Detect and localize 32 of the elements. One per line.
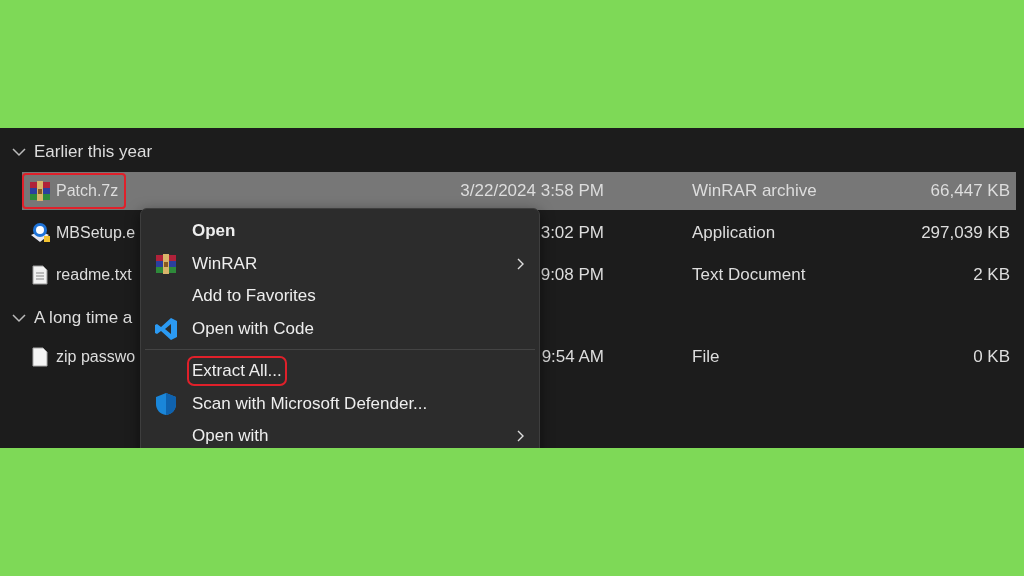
file-name[interactable]: MBSetup.e	[56, 224, 136, 242]
menu-item[interactable]: Open	[141, 215, 539, 248]
menu-item[interactable]: Add to Favorites	[141, 280, 539, 313]
archive-icon	[155, 252, 177, 275]
text-file-icon	[32, 265, 48, 285]
group-title: A long time a	[34, 308, 133, 328]
code-editor-icon	[154, 316, 178, 341]
date-modified: 9:54 AM	[540, 347, 604, 367]
file-type: File	[691, 347, 721, 367]
menu-item[interactable]: Open with	[141, 420, 539, 448]
file-name[interactable]: readme.txt	[56, 266, 132, 284]
chevron-down-icon[interactable]	[12, 147, 26, 157]
file-type: WinRAR archive	[691, 181, 818, 201]
file-type: Application	[691, 223, 777, 243]
file-size: 0 KB	[972, 347, 1010, 367]
menu-item[interactable]: Scan with Microsoft Defender...	[141, 387, 539, 420]
file-size: 297,039 KB	[920, 223, 1010, 243]
date-modified: 3/22/2024 3:58 PM	[459, 181, 604, 201]
file-type: Text Document	[691, 265, 807, 285]
shield-icon	[155, 391, 177, 416]
file-size: 66,447 KB	[929, 181, 1010, 201]
menu-item[interactable]: Extract All...	[141, 355, 539, 388]
date-modified: 3:02 PM	[539, 223, 604, 243]
chevron-down-icon[interactable]	[12, 313, 26, 323]
file-size: 2 KB	[972, 265, 1010, 285]
group-title: Earlier this year	[34, 142, 153, 162]
menu-item[interactable]: WinRAR	[141, 247, 539, 280]
date-modified: 9:08 PM	[539, 265, 604, 285]
archive-icon	[29, 180, 51, 202]
file-icon	[32, 347, 48, 367]
menu-item[interactable]: Open with Code	[141, 312, 539, 345]
file-name[interactable]: zip passwo	[56, 348, 136, 366]
